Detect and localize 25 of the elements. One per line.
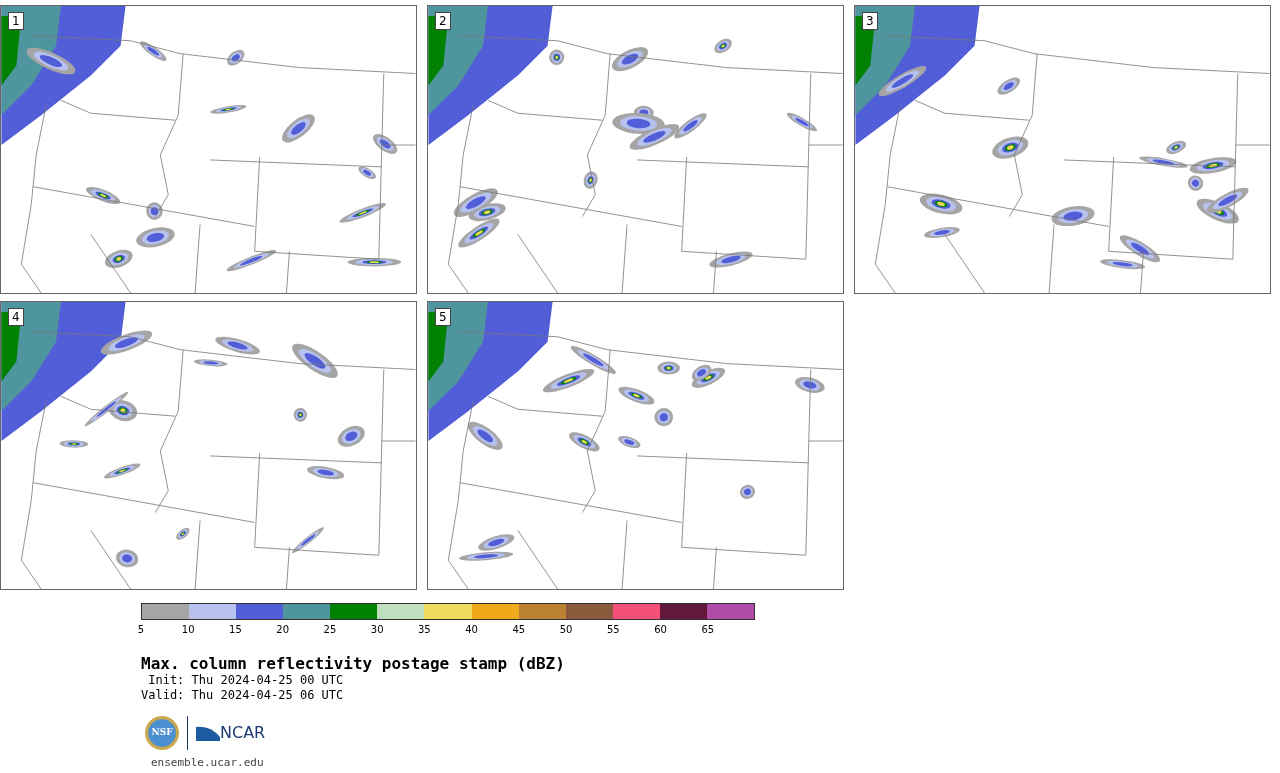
valid-time: Valid: Thu 2024-04-25 06 UTC <box>141 688 344 702</box>
panel-number: 1 <box>8 12 24 30</box>
tick-label: 60 <box>654 624 667 636</box>
panel-number: 4 <box>8 308 24 326</box>
tick-label: 40 <box>465 624 478 636</box>
tick-label: 5 <box>137 624 145 636</box>
tick-label: 65 <box>701 624 715 636</box>
tick-label: 20 <box>276 624 290 636</box>
tick-label: 30 <box>370 624 384 636</box>
tick-label: 45 <box>512 624 526 636</box>
tick-label: 50 <box>559 624 573 636</box>
tick-label: 25 <box>323 624 337 636</box>
tick-label: 35 <box>418 624 431 636</box>
nsf-logo: NSF <box>145 716 179 750</box>
site-url: ensemble.ucar.edu <box>151 756 264 769</box>
tick-label: 15 <box>229 624 242 636</box>
tick-label: 10 <box>181 624 195 636</box>
tick-label: 55 <box>606 624 620 636</box>
panel-number: 2 <box>435 12 451 30</box>
init-time: Init: Thu 2024-04-25 00 UTC <box>147 673 344 688</box>
ncar-wave-icon <box>196 725 220 741</box>
chart-title: Max. column reflectivity postage stamp (dBZ) <box>141 655 565 673</box>
panel-number: 3 <box>862 12 878 30</box>
panel-number: 5 <box>435 308 451 326</box>
ncar-wordmark: NCAR <box>220 725 266 741</box>
